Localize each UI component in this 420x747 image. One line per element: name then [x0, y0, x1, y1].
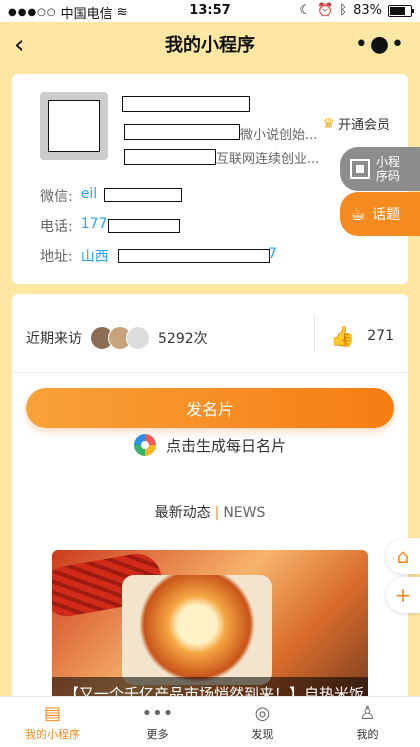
- like-button[interactable]: 👍 271: [330, 324, 394, 348]
- profile-line1: 微小说创始...: [240, 128, 318, 143]
- battery-percent: 83%: [353, 3, 382, 18]
- wechat-redaction: [104, 188, 182, 202]
- profile-line2: 互联网连续创业...: [216, 152, 320, 167]
- address-value[interactable]: 山西: [81, 246, 109, 266]
- tab-discover[interactable]: ◎ 发现: [210, 697, 315, 747]
- coffee-icon: ☕: [350, 203, 367, 225]
- address-row: 地址: 山西: [40, 246, 109, 266]
- like-count: 271: [367, 328, 394, 344]
- thumbs-up-icon: 👍: [330, 324, 356, 348]
- nav-bar: ‹ 我的小程序 •●•: [0, 22, 420, 66]
- compass-icon: ◎: [254, 702, 271, 724]
- avatar[interactable]: [40, 92, 108, 160]
- news-en: NEWS: [223, 505, 266, 521]
- daily-card-label: 点击生成每日名片: [165, 436, 286, 455]
- news-title: 最新动态: [154, 505, 211, 521]
- name-redaction: [122, 96, 250, 112]
- more-menu-icon[interactable]: •●•: [355, 32, 406, 57]
- visit-count: 5292次: [158, 331, 208, 347]
- divider: [12, 372, 408, 373]
- user-icon: ♙: [359, 702, 376, 724]
- recent-visitors[interactable]: 近期来访 5292次: [26, 326, 208, 350]
- status-right: ☾ ⏰ ᛒ 83%: [299, 3, 414, 18]
- avatar-redaction: [48, 100, 100, 152]
- visit-label: 近期来访: [26, 331, 82, 347]
- line1-redaction: [124, 124, 240, 140]
- more-icon: •••: [141, 702, 174, 724]
- alarm-icon: ⏰: [317, 3, 334, 18]
- pinwheel-icon: [133, 434, 156, 456]
- stats-card: 近期来访 5292次 👍 271 发名片 点击生成每日名片 最新动态 | NEWS …: [12, 294, 408, 747]
- daily-card-link[interactable]: 点击生成每日名片: [12, 434, 408, 456]
- food-bowl-image: [122, 575, 272, 685]
- visitor-avatar: [126, 326, 150, 350]
- address-redaction: [118, 249, 270, 263]
- back-icon[interactable]: ‹: [14, 30, 24, 60]
- phone-redaction: [108, 219, 180, 233]
- add-icon[interactable]: +: [386, 577, 420, 613]
- visitor-avatars: [90, 326, 150, 350]
- vip-button[interactable]: ♛ 开通会员: [322, 114, 390, 134]
- wechat-row: 微信: eil: [40, 186, 97, 206]
- tab-label: 发现: [251, 727, 274, 741]
- phone-label: 电话:: [40, 219, 73, 235]
- phone-value[interactable]: 177: [81, 216, 108, 236]
- news-header: 最新动态 | NEWS: [12, 502, 408, 522]
- topic-button[interactable]: ☕ 话题: [340, 192, 420, 236]
- tab-bar: ▤ 我的小程序 ••• 更多 ◎ 发现 ♙ 我的: [0, 696, 420, 747]
- news-separator: |: [214, 505, 220, 521]
- address-label: 地址:: [40, 249, 73, 265]
- battery-icon: [388, 4, 414, 17]
- tab-mine[interactable]: ♙ 我的: [315, 697, 420, 747]
- battery-fill: [390, 6, 405, 15]
- vip-label: 开通会员: [337, 118, 390, 133]
- phone-row: 电话: 177: [40, 216, 107, 236]
- tab-label: 更多: [146, 727, 169, 741]
- page-title: 我的小程序: [165, 35, 255, 56]
- wechat-label: 微信:: [40, 189, 73, 205]
- moon-icon: ☾: [299, 3, 312, 18]
- divider: [314, 314, 315, 352]
- wechat-value[interactable]: eil: [81, 186, 97, 206]
- line2-redaction: [124, 149, 216, 165]
- home-icon[interactable]: ⌂: [386, 538, 420, 574]
- qr-code-label: 小程 序码: [376, 155, 401, 183]
- news-item[interactable]: 【又一个千亿产品市场悄然到来！】自热米饭: [52, 550, 368, 715]
- qr-code-button[interactable]: 小程 序码: [340, 147, 420, 191]
- card-icon: ▤: [43, 702, 61, 724]
- bluetooth-icon: ᛒ: [339, 3, 348, 18]
- tab-label: 我的小程序: [25, 727, 80, 741]
- qr-code-icon: [350, 159, 370, 179]
- send-card-button[interactable]: 发名片: [26, 388, 394, 428]
- tab-more[interactable]: ••• 更多: [105, 697, 210, 747]
- crown-icon: ♛: [322, 115, 335, 132]
- status-bar: ●●●○○ 中国电信 ≋ 13:57 ☾ ⏰ ᛒ 83%: [0, 0, 420, 22]
- topic-label: 话题: [372, 207, 401, 223]
- address-end: 7: [268, 246, 277, 262]
- tab-my-miniprogram[interactable]: ▤ 我的小程序: [0, 697, 105, 747]
- tab-label: 我的: [356, 727, 379, 741]
